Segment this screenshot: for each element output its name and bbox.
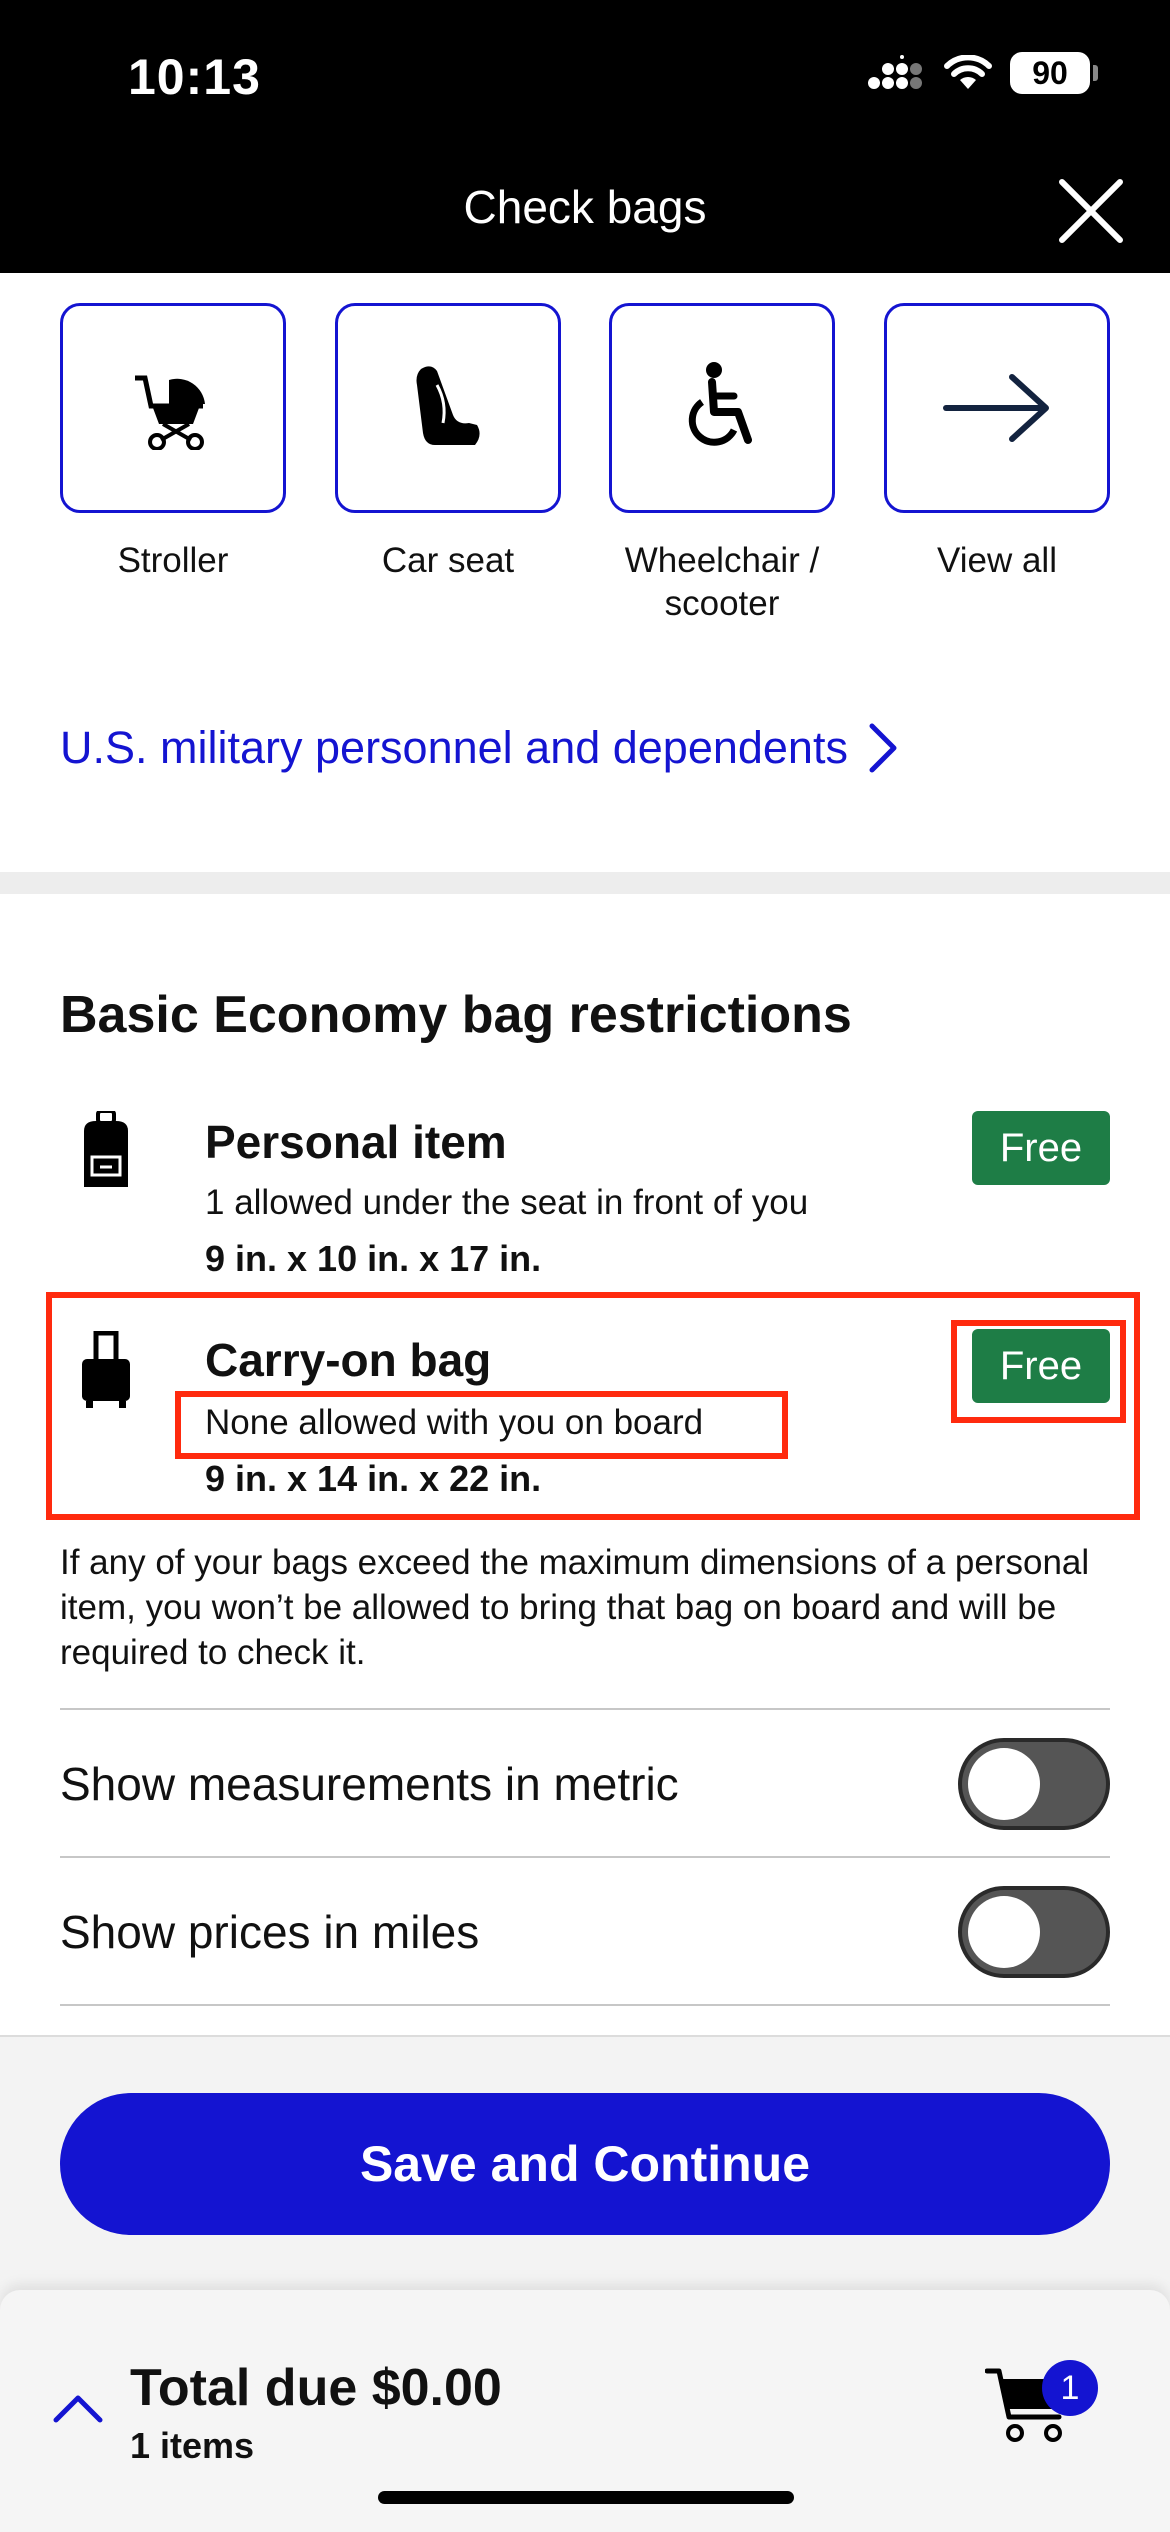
oversize-notice: If any of your bags exceed the maximum d… <box>60 1543 1090 1672</box>
section-divider <box>0 872 1170 894</box>
header: Check bags <box>0 150 1170 273</box>
tile-stroller-button[interactable] <box>60 303 286 513</box>
tile-view-all-button[interactable] <box>884 303 1110 513</box>
miles-toggle-row: Show prices in miles <box>60 1860 1110 2004</box>
home-indicator <box>378 2491 794 2504</box>
miles-toggle[interactable] <box>958 1886 1110 1978</box>
military-personnel-link[interactable]: U.S. military personnel and dependents <box>60 722 898 774</box>
items-count: 1 items <box>130 2425 255 2466</box>
status-bar: 10:13 90 <box>0 0 1170 150</box>
cart-count-badge: 1 <box>1042 2360 1098 2416</box>
toggle-divider-bottom <box>60 2004 1110 2006</box>
tile-wheelchair-label: Wheelchair / scooter <box>624 541 820 623</box>
tile-stroller-label: Stroller <box>117 541 229 580</box>
arrow-right-icon <box>943 374 1049 442</box>
tile-wheelchair-button[interactable] <box>609 303 835 513</box>
tile-car-seat-label: Car seat <box>381 541 515 580</box>
car-seat-icon <box>416 366 480 445</box>
tile-view-all-label: View all <box>937 541 1057 580</box>
chevron-right-icon <box>869 723 897 773</box>
tile-car-seat-button[interactable] <box>335 303 561 513</box>
chevron-up-icon[interactable] <box>52 2394 104 2424</box>
page-title: Check bags <box>463 181 707 233</box>
backpack-icon <box>84 1111 128 1187</box>
total-due: Total due $0.00 <box>130 2359 502 2417</box>
tile-car-seat[interactable]: Car seat <box>335 303 561 582</box>
metric-toggle[interactable] <box>958 1738 1110 1830</box>
personal-item-row: Personal item 1 allowed under the seat i… <box>0 1105 1170 1285</box>
wheelchair-icon <box>688 362 752 446</box>
cellular-signal-icon <box>868 55 922 89</box>
miles-toggle-label: Show prices in miles <box>60 1906 480 1958</box>
wifi-icon <box>944 55 992 89</box>
metric-toggle-row: Show measurements in metric <box>60 1712 1110 1856</box>
metric-toggle-label: Show measurements in metric <box>60 1758 679 1810</box>
close-icon[interactable] <box>1054 174 1128 248</box>
tile-wheelchair[interactable]: Wheelchair / scooter <box>609 303 835 625</box>
carry-on-price-highlight <box>951 1320 1126 1423</box>
toggle-divider-top <box>60 1708 1110 1710</box>
tile-stroller[interactable]: Stroller <box>60 303 286 582</box>
tile-view-all[interactable]: View all <box>884 303 1110 582</box>
toggle-divider-middle <box>60 1856 1110 1858</box>
personal-item-price-badge: Free <box>972 1111 1110 1185</box>
status-time: 10:13 <box>128 49 261 105</box>
personal-item-description: 1 allowed under the seat in front of you <box>205 1183 809 1222</box>
battery-level: 90 <box>1032 54 1068 91</box>
carry-on-description-highlight <box>175 1391 788 1459</box>
restrictions-title: Basic Economy bag restrictions <box>60 986 852 1044</box>
stroller-icon <box>135 375 205 450</box>
military-link-label: U.S. military personnel and dependents <box>60 722 848 773</box>
personal-item-name: Personal item <box>205 1116 507 1168</box>
personal-item-dimensions: 9 in. x 10 in. x 17 in. <box>205 1238 542 1279</box>
battery-indicator: 90 <box>1010 52 1098 94</box>
save-and-continue-button[interactable]: Save and Continue <box>60 2093 1110 2235</box>
status-icons: 90 <box>866 52 1098 94</box>
